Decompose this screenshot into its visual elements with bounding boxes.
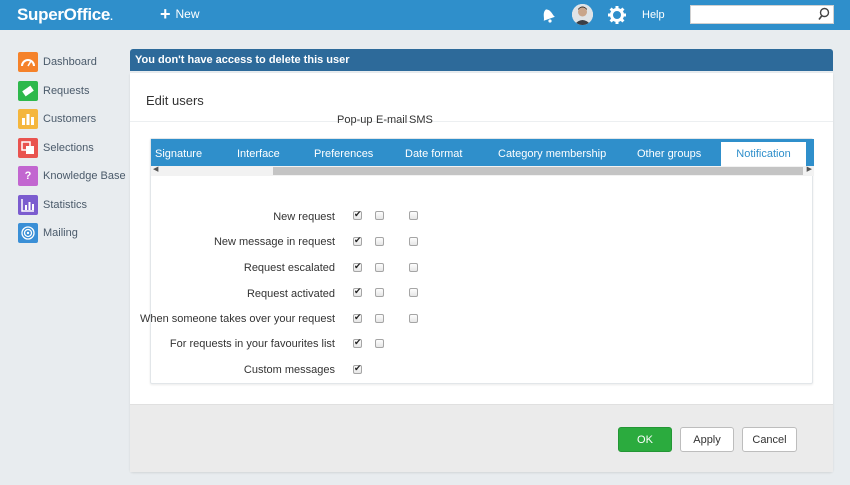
sidebar-item-dashboard[interactable]: Dashboard — [18, 48, 128, 77]
tab-other-groups[interactable]: Other groups — [637, 142, 701, 166]
question-icon: ? — [18, 166, 38, 187]
logo-dot: . — [110, 12, 113, 23]
tab-signature[interactable]: Signature — [155, 142, 202, 166]
avatar[interactable] — [572, 4, 593, 25]
gear-icon[interactable] — [607, 5, 627, 25]
notification-row-label: For requests in your favourites list — [169, 338, 335, 350]
ticket-icon — [18, 80, 38, 101]
sms-checkbox[interactable] — [409, 288, 418, 297]
sidebar-item-label: Selections — [43, 141, 94, 154]
sidebar-item-label: Dashboard — [43, 56, 97, 69]
bell-icon[interactable] — [538, 5, 558, 25]
new-button-label: New — [175, 7, 200, 21]
popup-checkbox[interactable] — [353, 286, 362, 297]
scroll-right-arrow-icon[interactable]: ▶ — [807, 165, 812, 173]
tab-notification[interactable]: Notification — [721, 142, 806, 166]
notification-row-label: New request — [273, 211, 335, 223]
notification-row-label: New message in request — [213, 236, 335, 248]
sidebar-item-customers[interactable]: Customers — [18, 105, 128, 134]
column-header-popup: Pop-up — [337, 114, 373, 126]
column-header-sms: SMS — [409, 114, 433, 126]
email-checkbox[interactable] — [375, 263, 384, 272]
scroll-left-arrow-icon[interactable]: ◀ — [153, 165, 158, 173]
email-checkbox[interactable] — [375, 314, 384, 323]
email-checkbox[interactable] — [375, 288, 384, 297]
notification-row-label: Custom messages — [243, 364, 335, 376]
sidebar-item-selections[interactable]: Selections — [18, 134, 128, 163]
sidebar-item-knowledge-base[interactable]: ? Knowledge Base — [18, 162, 128, 191]
sms-checkbox[interactable] — [409, 263, 418, 272]
apply-button[interactable]: Apply — [680, 427, 734, 452]
search-box — [690, 5, 834, 24]
logo-text: SuperOffice — [17, 5, 111, 24]
popup-checkbox[interactable] — [353, 363, 362, 374]
sidebar-item-label: Customers — [43, 113, 97, 126]
ok-button[interactable]: OK — [618, 427, 672, 452]
tab-scrollbar[interactable]: ◀ ▶ — [151, 166, 814, 176]
search-input[interactable] — [691, 6, 811, 23]
top-bar: SuperOffice. + New Help — [0, 0, 850, 30]
tab-interface[interactable]: Interface — [237, 142, 280, 166]
plus-icon: + — [160, 4, 171, 24]
popup-checkbox[interactable] — [353, 235, 362, 246]
sidebar-item-mailing[interactable]: Mailing — [18, 219, 128, 248]
new-button[interactable]: + New — [160, 4, 200, 24]
selections-icon — [18, 137, 38, 158]
title-divider — [130, 121, 833, 122]
notification-row-label: Request activated — [246, 288, 335, 300]
tab-date-format[interactable]: Date format — [405, 142, 462, 166]
email-checkbox[interactable] — [375, 211, 384, 220]
sidebar: Dashboard Requests Customers Selections … — [18, 48, 128, 248]
notification-row-label: Request escalated — [243, 262, 335, 274]
sidebar-item-label: Knowledge Base — [43, 170, 126, 183]
sms-checkbox[interactable] — [409, 314, 418, 323]
sidebar-item-requests[interactable]: Requests — [18, 77, 128, 106]
sms-checkbox[interactable] — [409, 237, 418, 246]
dashboard-icon — [18, 52, 38, 73]
help-link[interactable]: Help — [642, 9, 665, 21]
popup-checkbox[interactable] — [353, 209, 362, 220]
sidebar-item-statistics[interactable]: Statistics — [18, 191, 128, 220]
tab-preferences[interactable]: Preferences — [314, 142, 373, 166]
sidebar-item-label: Requests — [43, 84, 90, 97]
popup-checkbox[interactable] — [353, 337, 362, 348]
dialog-footer: OK Apply Cancel — [130, 404, 833, 472]
dialog-title: Edit users — [146, 93, 204, 108]
sms-checkbox[interactable] — [409, 211, 418, 220]
tab-category-membership[interactable]: Category membership — [498, 142, 606, 166]
cancel-button[interactable]: Cancel — [742, 427, 797, 452]
target-icon — [18, 223, 38, 244]
column-header-email: E-mail — [376, 114, 408, 126]
sidebar-item-label: Statistics — [43, 198, 88, 211]
access-warning-banner: You don't have access to delete this use… — [130, 49, 833, 71]
superoffice-logo[interactable]: SuperOffice. — [17, 5, 113, 25]
chart-icon — [18, 194, 38, 215]
search-icon[interactable] — [817, 7, 831, 21]
notification-row-label: When someone takes over your request — [139, 313, 335, 325]
popup-checkbox[interactable] — [353, 312, 362, 323]
scrollbar-thumb[interactable] — [273, 167, 803, 175]
tab-strip: Signature Interface Preferences Date for… — [151, 139, 814, 166]
email-checkbox[interactable] — [375, 237, 384, 246]
sidebar-item-label: Mailing — [43, 227, 78, 240]
popup-checkbox[interactable] — [353, 261, 362, 272]
customers-icon — [18, 109, 38, 130]
email-checkbox[interactable] — [375, 339, 384, 348]
